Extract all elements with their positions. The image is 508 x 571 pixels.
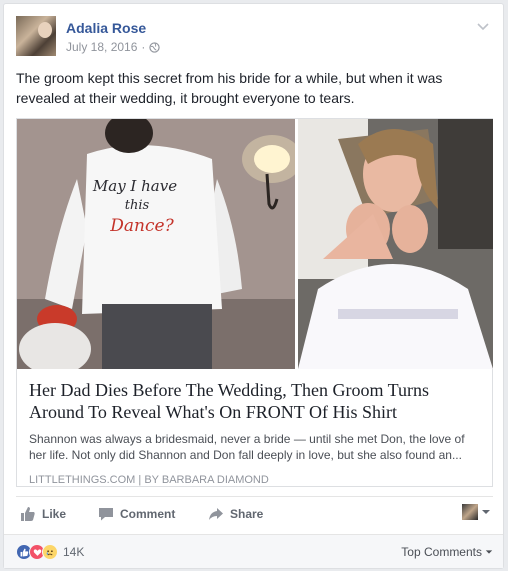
link-headline[interactable]: Her Dad Dies Before The Wedding, Then Gr…: [29, 379, 480, 423]
post-header: Adalia Rose July 18, 2016 ·: [16, 16, 493, 60]
link-description: Shannon was always a bridesmaid, never a…: [29, 432, 465, 462]
author-avatar[interactable]: [16, 16, 56, 56]
caret-down-icon: [482, 510, 490, 514]
link-preview[interactable]: May I have this Dance? Her Dad Dies Befo…: [16, 118, 493, 487]
source-separator: |: [138, 474, 142, 486]
post-caption: The groom kept this secret from his brid…: [16, 70, 443, 106]
meta-dot: ·: [141, 40, 146, 54]
link-text[interactable]: Her Dad Dies Before The Wedding, Then Gr…: [17, 369, 492, 487]
reaction-count: 14K: [63, 545, 85, 559]
share-button[interactable]: Share: [208, 506, 263, 522]
link-source: LITTLETHINGS.COM | BY BARBARA DIAMOND: [29, 474, 480, 486]
bride-illustration: [298, 119, 493, 369]
shirt-text-line2: this: [125, 198, 150, 213]
globe-icon[interactable]: [149, 41, 161, 53]
share-label: Share: [230, 507, 264, 521]
like-button[interactable]: Like: [20, 506, 66, 522]
source-author: BY BARBARA DIAMOND: [144, 474, 269, 486]
comment-icon: [99, 508, 113, 521]
like-label: Like: [42, 507, 67, 521]
actions-divider: [16, 496, 493, 497]
shirt-text-line3: Dance?: [109, 216, 174, 236]
top-comments-dropdown[interactable]: Top Comments: [401, 545, 493, 559]
source-domain: LITTLETHINGS.COM: [29, 474, 136, 486]
shirt-text-line1: May I have: [92, 177, 177, 195]
reaction-summary[interactable]: 14K: [16, 544, 84, 560]
share-arrow-icon: [209, 508, 223, 520]
post-meta: July 18, 2016 ·: [66, 40, 161, 54]
action-bar: Like Comment Share: [16, 502, 493, 528]
sad-reaction-icon: [42, 544, 58, 560]
viewer-avatar: [462, 504, 478, 520]
reactions-footer: 14K Top Comments: [4, 534, 503, 568]
author-name[interactable]: Adalia Rose: [66, 20, 146, 36]
groom-illustration: May I have this Dance?: [17, 119, 295, 369]
chevron-down-icon[interactable]: [475, 18, 491, 34]
comment-label: Comment: [120, 507, 176, 521]
groom-photo: May I have this Dance?: [17, 119, 295, 369]
post-card: Adalia Rose July 18, 2016 · The groom ke…: [3, 3, 504, 569]
comment-button[interactable]: Comment: [98, 506, 175, 522]
caret-down-icon: [485, 550, 493, 554]
top-comments-label: Top Comments: [401, 545, 482, 559]
post-as-selector[interactable]: [462, 504, 491, 520]
thumbs-up-icon: [21, 507, 35, 521]
bride-photo: [298, 119, 493, 369]
post-date[interactable]: July 18, 2016: [66, 40, 137, 54]
